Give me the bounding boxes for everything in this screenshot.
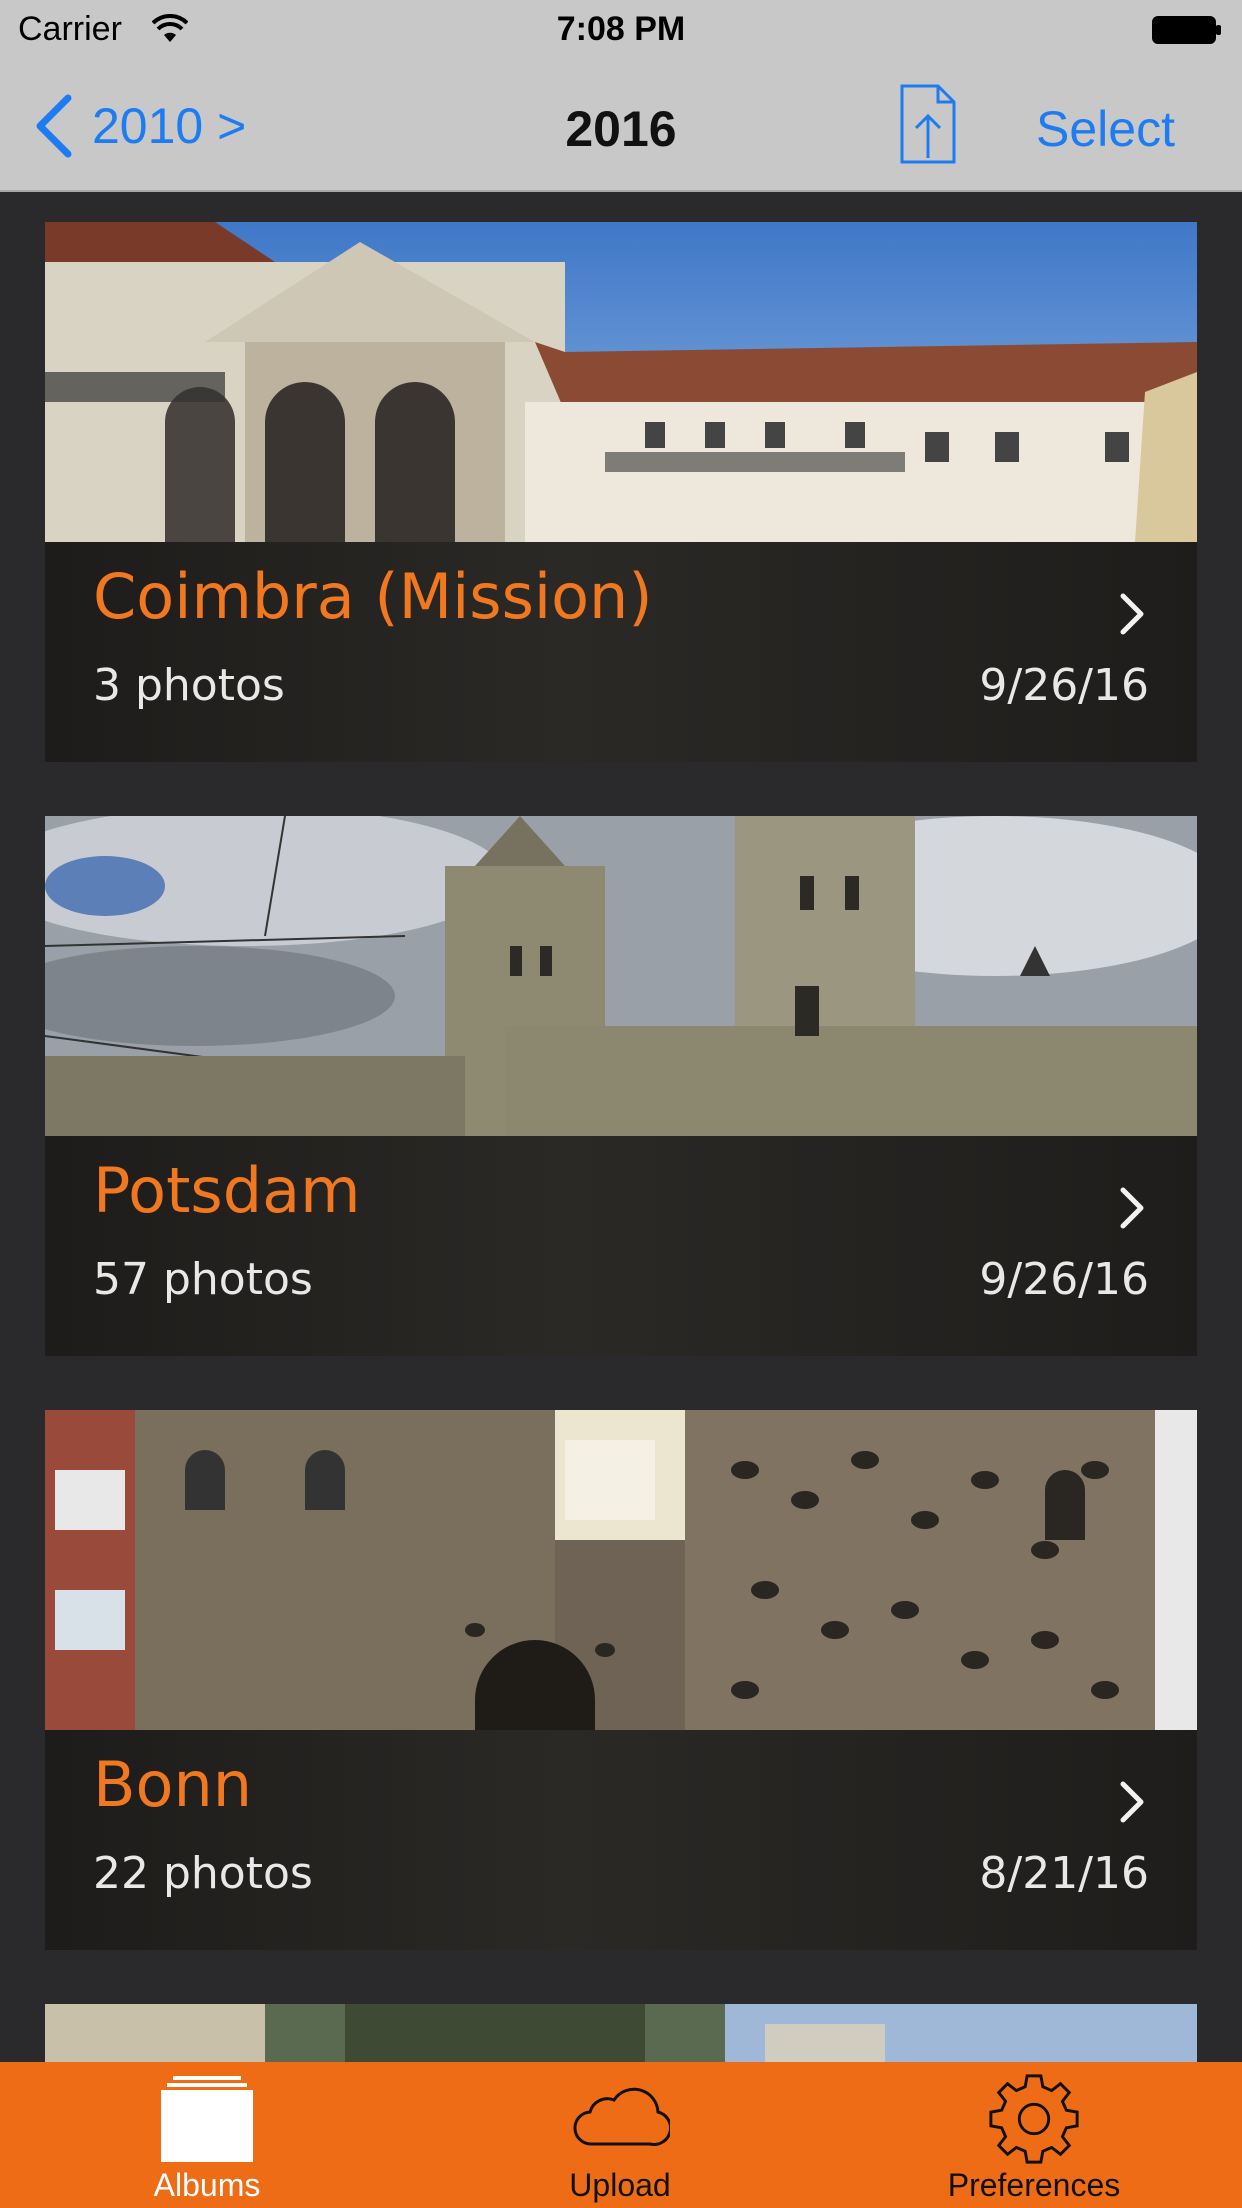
gear-icon: [989, 2074, 1079, 2164]
tab-preferences[interactable]: Preferences: [884, 2062, 1184, 2208]
album-title: Potsdam: [93, 1154, 361, 1227]
status-time: 7:08 PM: [556, 10, 686, 48]
chevron-right-icon: [1120, 1781, 1144, 1823]
album-cover-photo: [45, 222, 1197, 542]
album-info-panel: Bonn 22 photos 8/21/16: [45, 1730, 1197, 1950]
battery-icon: [1152, 16, 1221, 44]
status-bar: Carrier 7:08 PM: [0, 0, 1242, 62]
select-button[interactable]: Select: [1036, 100, 1175, 158]
album-cover-photo: [45, 1410, 1197, 1730]
album-date: 9/26/16: [979, 660, 1149, 711]
cloud-icon: [573, 2087, 670, 2146]
tab-albums-label: Albums: [153, 2167, 261, 2203]
chevron-right-icon: [1120, 1187, 1144, 1229]
album-title: Coimbra (Mission): [93, 560, 653, 633]
album-date: 8/21/16: [979, 1848, 1149, 1899]
album-cover-photo: [45, 816, 1197, 1136]
tab-upload-label: Upload: [569, 2167, 671, 2203]
album-photo-count: 3 photos: [93, 660, 285, 711]
album-info-panel: Potsdam 57 photos 9/26/16: [45, 1136, 1197, 1356]
chevron-right-icon: [1120, 593, 1144, 635]
tab-bar: Albums Upload Preferences: [0, 2062, 1242, 2208]
albums-icon: [161, 2076, 253, 2162]
album-card[interactable]: Bonn 22 photos 8/21/16: [45, 1410, 1197, 1950]
navigation-bar: 2010 > 2016 Select: [0, 62, 1242, 192]
album-photo-count: 57 photos: [93, 1254, 313, 1305]
album-info-panel: Coimbra (Mission) 3 photos 9/26/16: [45, 542, 1197, 762]
album-list: Coimbra (Mission) 3 photos 9/26/16 Potsd…: [45, 222, 1197, 2004]
album-photo-count: 22 photos: [93, 1848, 313, 1899]
tab-upload[interactable]: Upload: [470, 2062, 770, 2208]
share-icon[interactable]: [896, 82, 960, 166]
album-card[interactable]: Coimbra (Mission) 3 photos 9/26/16: [45, 222, 1197, 762]
tab-albums[interactable]: Albums: [57, 2062, 357, 2208]
tab-preferences-label: Preferences: [947, 2167, 1121, 2203]
album-cover-photo-partial[interactable]: [45, 2004, 1197, 2064]
album-card[interactable]: Potsdam 57 photos 9/26/16: [45, 816, 1197, 1356]
album-title: Bonn: [93, 1748, 253, 1821]
album-date: 9/26/16: [979, 1254, 1149, 1305]
